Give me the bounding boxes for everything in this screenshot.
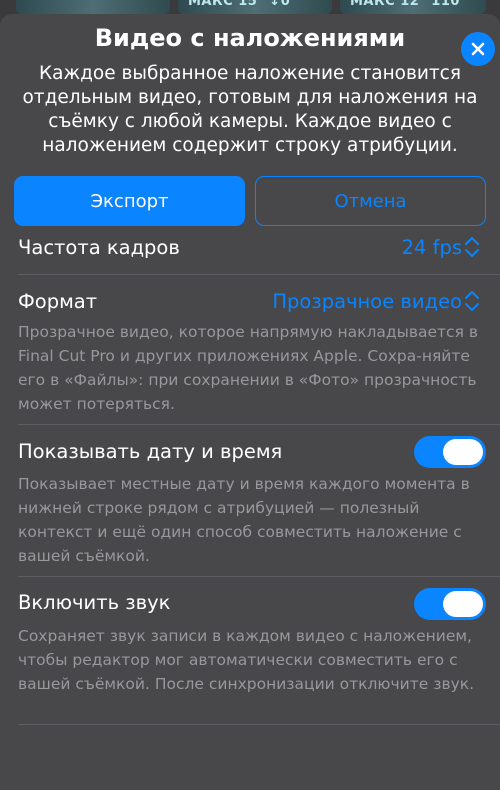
- background-thumbnails: МАКС 15° ↓0° МАКС 12° 110°: [0, 0, 500, 14]
- show-datetime-toggle[interactable]: [414, 436, 486, 468]
- background-tile-label: МАКС 12° 110°: [350, 0, 467, 9]
- show-datetime-description: Показывает местные дату и время каждого …: [18, 475, 470, 565]
- close-button[interactable]: [461, 32, 495, 66]
- export-sheet: Видео с наложениями Каждое выбранное нал…: [0, 14, 500, 790]
- cancel-button[interactable]: Отмена: [255, 176, 486, 226]
- divider: [18, 724, 500, 725]
- dialog-subtitle: Каждое выбранное наложение становится от…: [22, 63, 478, 156]
- format-picker[interactable]: Прозрачное видео: [272, 288, 480, 314]
- background-tile-label: МАКС 15° ↓0°: [188, 0, 298, 9]
- divider: [18, 576, 500, 577]
- chevron-up-down-icon: [465, 237, 479, 257]
- include-audio-description: Сохраняет звук записи в каждом видео с н…: [18, 627, 475, 693]
- frame-rate-label: Частота кадров: [18, 236, 180, 259]
- frame-rate-picker[interactable]: 24 fps: [402, 234, 480, 260]
- include-audio-label: Включить звук: [18, 591, 171, 614]
- background-tile: МАКС 12° 110°: [340, 0, 486, 14]
- toggle-knob: [443, 439, 483, 465]
- format-label: Формат: [18, 290, 98, 313]
- format-value: Прозрачное видео: [272, 289, 462, 313]
- format-description: Прозрачное видео, которое напрямую накла…: [18, 323, 478, 413]
- toggle-knob: [443, 591, 483, 617]
- dialog-title: Видео с наложениями: [94, 24, 406, 52]
- divider: [18, 274, 500, 275]
- chevron-up-down-icon: [465, 291, 479, 311]
- include-audio-toggle[interactable]: [414, 588, 486, 620]
- frame-rate-value: 24 fps: [401, 235, 462, 259]
- export-button[interactable]: Экспорт: [14, 176, 245, 226]
- close-icon: [471, 42, 485, 56]
- background-tile: МАКС 15° ↓0°: [178, 0, 332, 14]
- background-tile: [16, 0, 170, 14]
- divider: [18, 424, 500, 425]
- show-datetime-label: Показывать дату и время: [18, 440, 283, 463]
